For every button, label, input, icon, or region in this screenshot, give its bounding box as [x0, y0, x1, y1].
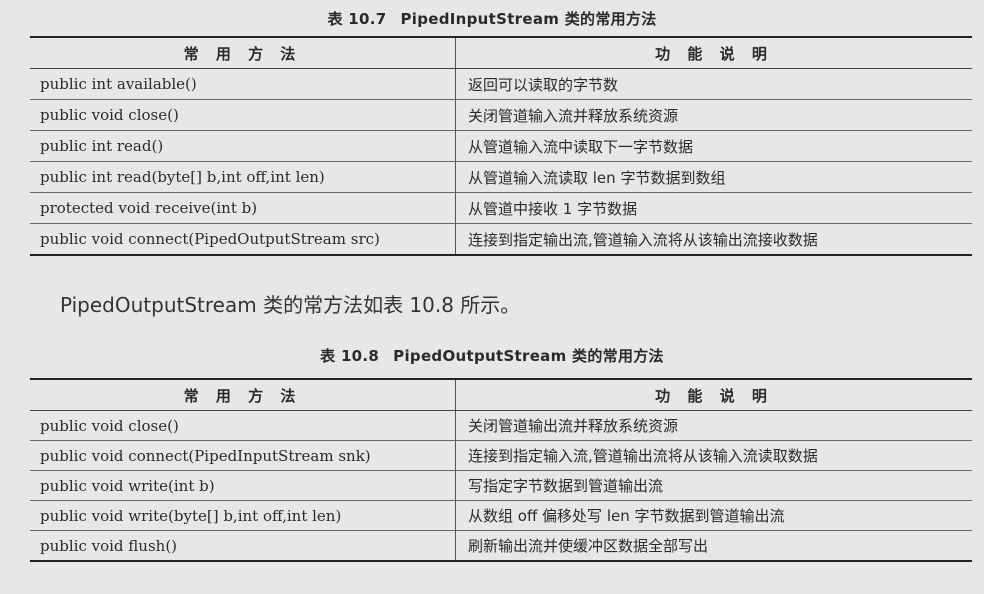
caption-number: 表 10.7: [327, 10, 387, 28]
method-cell: public void flush(): [30, 530, 456, 562]
table-row: protected void receive(int b) 从管道中接收 1 字…: [30, 192, 972, 224]
body-paragraph: PipedOutputStream 类的常方法如表 10.8 所示。: [60, 293, 521, 317]
method-cell: public void connect(PipedOutputStream sr…: [30, 223, 456, 256]
book-page: 表 10.7 PipedInputStream 类的常用方法 常 用 方 法 功 …: [0, 0, 984, 594]
method-cell: public int read(byte[] b,int off,int len…: [30, 161, 456, 193]
table-header-row: 常 用 方 法 功 能 说 明: [30, 36, 972, 69]
table-row: public int read() 从管道输入流中读取下一字节数据: [30, 130, 972, 162]
description-cell: 从管道输入流中读取下一字节数据: [455, 130, 972, 162]
method-cell: public int available(): [30, 68, 456, 100]
table-row: public void flush() 刷新输出流并使缓冲区数据全部写出: [30, 530, 972, 562]
table-header-row: 常 用 方 法 功 能 说 明: [30, 378, 972, 411]
method-cell: public void close(): [30, 99, 456, 131]
table-row: public void write(byte[] b,int off,int l…: [30, 500, 972, 531]
method-cell: public int read(): [30, 130, 456, 162]
table-10-8-caption: 表 10.8 PipedOutputStream 类的常用方法: [0, 345, 984, 366]
piped-output-stream-table: 常 用 方 法 功 能 说 明 public void close() 关闭管道…: [30, 378, 972, 562]
table-10-7-caption: 表 10.7 PipedInputStream 类的常用方法: [0, 8, 984, 29]
method-cell: public void close(): [30, 410, 456, 441]
description-cell: 返回可以读取的字节数: [455, 68, 972, 100]
description-cell: 从管道中接收 1 字节数据: [455, 192, 972, 224]
method-cell: public void write(int b): [30, 470, 456, 501]
description-cell: 关闭管道输入流并释放系统资源: [455, 99, 972, 131]
table-row: public void close() 关闭管道输出流并释放系统资源: [30, 410, 972, 441]
description-cell: 从数组 off 偏移处写 len 字节数据到管道输出流: [455, 500, 972, 531]
header-description: 功 能 说 明: [455, 378, 972, 411]
description-cell: 连接到指定输入流,管道输出流将从该输入流读取数据: [455, 440, 972, 471]
table-row: public int read(byte[] b,int off,int len…: [30, 161, 972, 193]
piped-input-stream-table: 常 用 方 法 功 能 说 明 public int available() 返…: [30, 36, 972, 256]
table-row: public void close() 关闭管道输入流并释放系统资源: [30, 99, 972, 131]
method-cell: public void connect(PipedInputStream snk…: [30, 440, 456, 471]
description-cell: 刷新输出流并使缓冲区数据全部写出: [455, 530, 972, 562]
header-description: 功 能 说 明: [455, 36, 972, 69]
caption-number: 表 10.8: [320, 347, 380, 365]
description-cell: 写指定字节数据到管道输出流: [455, 470, 972, 501]
table-row: public void write(int b) 写指定字节数据到管道输出流: [30, 470, 972, 501]
method-cell: protected void receive(int b): [30, 192, 456, 224]
header-method: 常 用 方 法: [30, 36, 456, 69]
table-row: public void connect(PipedOutputStream sr…: [30, 223, 972, 256]
description-cell: 连接到指定输出流,管道输入流将从该输出流接收数据: [455, 223, 972, 256]
table-row: public void connect(PipedInputStream snk…: [30, 440, 972, 471]
description-cell: 从管道输入流读取 len 字节数据到数组: [455, 161, 972, 193]
table-row: public int available() 返回可以读取的字节数: [30, 68, 972, 100]
method-cell: public void write(byte[] b,int off,int l…: [30, 500, 456, 531]
caption-title: PipedInputStream 类的常用方法: [400, 10, 657, 28]
description-cell: 关闭管道输出流并释放系统资源: [455, 410, 972, 441]
header-method: 常 用 方 法: [30, 378, 456, 411]
caption-title: PipedOutputStream 类的常用方法: [393, 347, 664, 365]
